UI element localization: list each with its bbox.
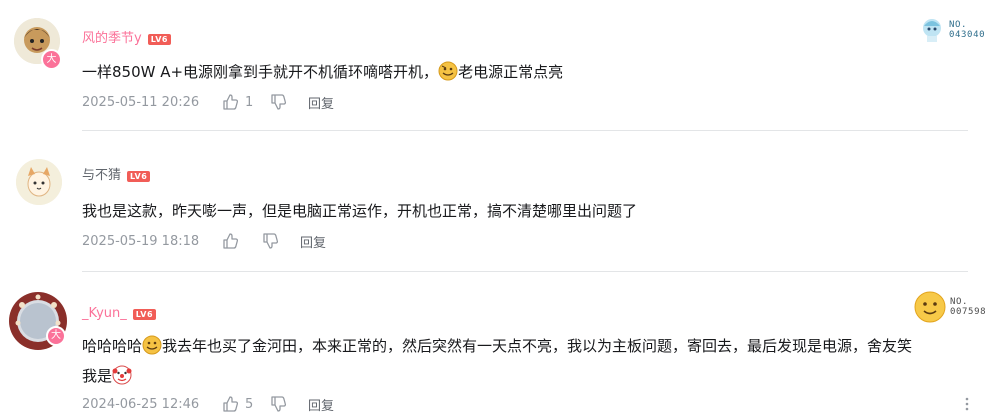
more-options-icon[interactable] — [962, 396, 972, 412]
doge-emoji-icon — [142, 335, 162, 363]
dislike-button[interactable] — [270, 94, 308, 110]
fan-medal-number: 007598 — [950, 307, 987, 317]
comment-item: 与不猜 LV6 我也是这款，昨天嘭一声，但是电脑正常运作，开机也正常，搞不清楚哪… — [0, 140, 996, 272]
comment-content: 一样850W A+电源刚拿到手就开不机循环嘀嗒开机， 老电源正常点亮 — [82, 60, 563, 89]
username[interactable]: 与不猜 — [82, 168, 121, 184]
thumbs-up-icon — [223, 233, 238, 249]
thumbs-down-icon — [263, 233, 278, 249]
thumbs-down-icon — [271, 94, 286, 110]
comment-meta: 2025-05-11 20:26 1 回复 — [82, 92, 334, 112]
fan-medal-icon — [923, 19, 941, 42]
fan-medal-label: NO. — [950, 297, 969, 307]
fan-medal-smiley-icon — [914, 291, 946, 323]
reply-button[interactable]: 回复 — [308, 395, 334, 414]
comment-item: 大 风的季节y LV6 NO. 043040 一样850W A+电源刚拿到手就开… — [0, 0, 996, 140]
clown-emoji-icon — [112, 365, 132, 393]
comment-time: 2025-05-19 18:18 — [82, 233, 200, 249]
username[interactable]: _Kyun_ — [82, 306, 127, 322]
doge-emoji-icon — [438, 61, 458, 89]
like-button[interactable]: 5 — [222, 396, 270, 412]
thumbs-down-icon — [271, 396, 286, 412]
avatar-badge: 大 — [41, 49, 62, 70]
like-count: 1 — [245, 94, 254, 110]
fan-medal-label: NO. — [949, 20, 968, 30]
divider — [82, 130, 968, 131]
comment-meta: 2025-05-19 18:18 回复 — [82, 231, 326, 251]
comment-item: 大 _Kyun_ LV6 NO. 007598 哈哈哈哈 我去年也买了金河田，本… — [0, 272, 996, 417]
fan-medal: NO. 007598 — [913, 290, 986, 324]
level-badge: LV6 — [127, 170, 151, 182]
comment-content: 我也是这款，昨天嘭一声，但是电脑正常运作，开机也正常，搞不清楚哪里出问题了 — [82, 202, 638, 220]
username[interactable]: 风的季节y — [82, 31, 142, 47]
reply-button[interactable]: 回复 — [308, 93, 334, 112]
comment-meta: 2024-06-25 12:46 5 回复 — [82, 394, 334, 414]
like-count: 5 — [245, 396, 254, 412]
comment-time: 2025-05-11 20:26 — [82, 94, 200, 110]
reply-button[interactable]: 回复 — [300, 232, 326, 251]
level-badge: LV6 — [132, 308, 157, 320]
thumbs-up-icon — [223, 396, 238, 412]
thumbs-up-icon — [223, 94, 238, 110]
avatar-badge: 大 — [46, 326, 66, 346]
fan-medal-number: 043040 — [949, 30, 986, 40]
level-badge: LV6 — [147, 33, 171, 45]
like-button[interactable]: 1 — [222, 94, 270, 110]
comment-time: 2024-06-25 12:46 — [82, 396, 200, 412]
comment-content: 哈哈哈哈 我去年也买了金河田，本来正常的，然后突然有一天点不亮，我以为主板问题，… — [82, 333, 962, 393]
fan-medal: NO. 043040 — [918, 16, 985, 44]
like-button[interactable] — [222, 233, 262, 249]
avatar[interactable] — [16, 159, 62, 205]
dislike-button[interactable] — [262, 233, 300, 249]
dislike-button[interactable] — [270, 396, 308, 412]
